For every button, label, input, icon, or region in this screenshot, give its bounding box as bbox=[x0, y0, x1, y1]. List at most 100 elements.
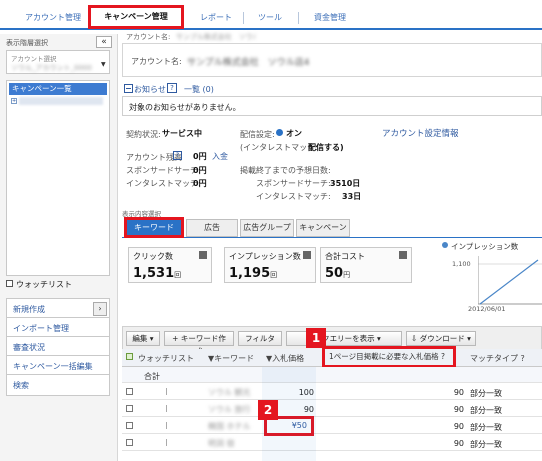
interest-value: 配信する) bbox=[308, 143, 344, 152]
chevron-down-icon: ▼ bbox=[101, 61, 106, 68]
filter-button[interactable]: フィルター bbox=[238, 331, 282, 356]
account-settings-link[interactable]: アカウント設定情報 bbox=[382, 127, 459, 139]
account-header: アカウント名: サンプル株式会社 ソウル店4 bbox=[122, 43, 542, 77]
chart-legend: インプレッション数 bbox=[451, 242, 519, 251]
tree-root-campaign-list[interactable]: キャンペーン一覧 bbox=[9, 83, 107, 95]
help-icon[interactable]: ? bbox=[173, 151, 182, 160]
account-name-top-value: サンプル株式会社 ソウル店4 bbox=[176, 33, 256, 41]
search-query-button[interactable]: 検索クエリーを表示 ▾ bbox=[286, 331, 402, 346]
interest-match-label: インタレストマッチ: bbox=[126, 179, 201, 188]
chevron-right-icon[interactable]: › bbox=[93, 302, 107, 316]
nav-tab-account[interactable]: アカウント管理 bbox=[22, 8, 84, 28]
delivery-label: 配信設定: bbox=[240, 130, 275, 139]
watchlist-flag-icon[interactable] bbox=[166, 439, 173, 446]
watchlist-flag-icon[interactable] bbox=[166, 388, 173, 395]
dropdown-icon[interactable] bbox=[399, 251, 407, 259]
nav-tab-campaign[interactable]: キャンペーン管理 bbox=[88, 5, 184, 29]
forecast-interest-label: インタレストマッチ: bbox=[256, 192, 331, 201]
stat-cost: 合計コスト 50円 bbox=[320, 247, 412, 283]
forecast-sponsored-value: 3510日 bbox=[330, 179, 361, 188]
tab-keyword[interactable]: キーワード bbox=[124, 217, 184, 238]
contract-label: 契約状況: bbox=[126, 130, 161, 139]
header-match-type[interactable]: マッチタイプ ? bbox=[470, 353, 525, 364]
account-name-value: サンプル株式会社 ソウル店4 bbox=[187, 58, 310, 68]
nav-tab-funds[interactable]: 資金管理 bbox=[306, 8, 354, 28]
row-page1-bid: 90 bbox=[453, 405, 464, 414]
stat-impressions: インプレッション数 1,195回 bbox=[224, 247, 316, 283]
notice-empty-text: 対象のお知らせがありません。 bbox=[129, 103, 241, 112]
tab-ad-group[interactable]: 広告グループ bbox=[240, 219, 294, 237]
callout-badge-2: 2 bbox=[258, 400, 278, 420]
expand-icon[interactable]: + bbox=[11, 98, 17, 104]
header-keyword[interactable]: ▼キーワード bbox=[208, 353, 254, 364]
row-bid[interactable]: 100 bbox=[262, 388, 314, 397]
help-icon[interactable]: ? bbox=[167, 83, 177, 93]
balance-value: 0円 bbox=[193, 152, 207, 161]
stat-impressions-value: 1,195回 bbox=[229, 266, 278, 281]
table-row: ソウル 旅行 90 90 部分一致 bbox=[122, 401, 542, 417]
table-row: 韓国 ホテル ¥50 90 部分一致 bbox=[122, 416, 542, 436]
account-select-value: ソウル_アカウント_0000 bbox=[11, 64, 92, 72]
nav-tab-report[interactable]: レポート bbox=[196, 8, 236, 28]
edit-button[interactable]: 編集 ▾ bbox=[126, 331, 160, 346]
row-checkbox[interactable] bbox=[126, 439, 133, 446]
tab-ad[interactable]: 広告 bbox=[186, 219, 238, 237]
callout-badge-1: 1 bbox=[306, 328, 326, 348]
notice-list-link[interactable]: 一覧 (0) bbox=[184, 84, 214, 95]
nav-tab-tools[interactable]: ツール bbox=[252, 8, 288, 28]
header-page1-bid[interactable]: 1ページ目掲載に必要な入札価格 ? bbox=[322, 346, 456, 368]
forecast-interest-value: 33日 bbox=[342, 192, 362, 201]
menu-new-label: 新規作成 bbox=[13, 305, 45, 314]
stat-cost-value: 50円 bbox=[325, 266, 351, 281]
forecast-label: 掲載終了までの予想日数: bbox=[240, 166, 331, 175]
watchlist-checkbox[interactable] bbox=[6, 280, 13, 287]
download-button[interactable]: ⇩ ダウンロード ▾ bbox=[406, 331, 476, 346]
row-keyword[interactable]: ソウル 観光 bbox=[208, 387, 258, 398]
dropdown-icon[interactable] bbox=[303, 251, 311, 259]
tab-divider bbox=[122, 237, 542, 238]
interest-match-value: 0円 bbox=[193, 179, 207, 188]
watchlist-flag-icon[interactable] bbox=[166, 422, 173, 429]
watchlist-flag-icon[interactable] bbox=[166, 405, 173, 412]
row-keyword[interactable]: 明洞 宿 bbox=[208, 438, 258, 449]
row-checkbox[interactable] bbox=[126, 405, 133, 412]
menu-search[interactable]: 検索 bbox=[6, 374, 110, 396]
row-checkbox[interactable] bbox=[126, 388, 133, 395]
select-all-checkbox[interactable] bbox=[126, 353, 133, 360]
account-name-label: アカウント名: bbox=[131, 57, 182, 66]
tree-item[interactable] bbox=[19, 97, 103, 105]
row-match-type: 部分一致 bbox=[470, 389, 502, 398]
tab-campaign[interactable]: キャンペーン bbox=[296, 219, 350, 237]
row-page1-bid: 90 bbox=[453, 388, 464, 397]
chart-xtick: 2012/06/01 bbox=[468, 305, 506, 313]
account-select-label: アカウント選択 bbox=[11, 55, 57, 63]
notice-box: 対象のお知らせがありません。 bbox=[122, 96, 542, 116]
chart-plot bbox=[478, 256, 542, 305]
row-checkbox[interactable] bbox=[126, 422, 133, 429]
total-label: 合計 bbox=[144, 372, 160, 381]
campaign-tree: キャンペーン一覧 + bbox=[6, 80, 110, 276]
dropdown-icon[interactable] bbox=[199, 251, 207, 259]
collapse-sidebar-button[interactable]: « bbox=[96, 36, 112, 48]
stat-cost-label: 合計コスト bbox=[325, 252, 365, 261]
contract-value: サービス中 bbox=[162, 129, 202, 138]
nav-divider bbox=[243, 12, 244, 24]
table-row: ソウル 観光 100 90 部分一致 bbox=[122, 384, 542, 400]
account-select[interactable]: アカウント選択 ソウル_アカウント_0000 ▼ bbox=[6, 50, 110, 74]
header-bid[interactable]: ▼入札価格 bbox=[266, 353, 304, 364]
create-keyword-button[interactable]: + キーワード作成 bbox=[164, 331, 234, 356]
stat-impressions-label: インプレッション数 bbox=[229, 252, 301, 261]
row-keyword[interactable]: 韓国 ホテル bbox=[208, 421, 258, 432]
delivery-value: オン bbox=[286, 129, 302, 138]
row-keyword[interactable]: ソウル 旅行 bbox=[208, 404, 258, 415]
row-match-type: 部分一致 bbox=[470, 406, 502, 415]
sponsored-label: スポンサードサーチ: bbox=[126, 166, 201, 175]
stat-clicks: クリック数 1,531回 bbox=[128, 247, 212, 283]
deposit-link[interactable]: 入金 bbox=[212, 151, 228, 162]
header-watchlist[interactable]: ウォッチリスト bbox=[138, 353, 194, 364]
interest-label: (インタレストマッチ: bbox=[240, 143, 318, 152]
forecast-sponsored-label: スポンサードサーチ: bbox=[256, 179, 331, 188]
nav-divider bbox=[298, 12, 299, 24]
table-total-row: 合計 bbox=[122, 367, 542, 383]
account-name-label-top: アカウント名: bbox=[126, 33, 171, 41]
